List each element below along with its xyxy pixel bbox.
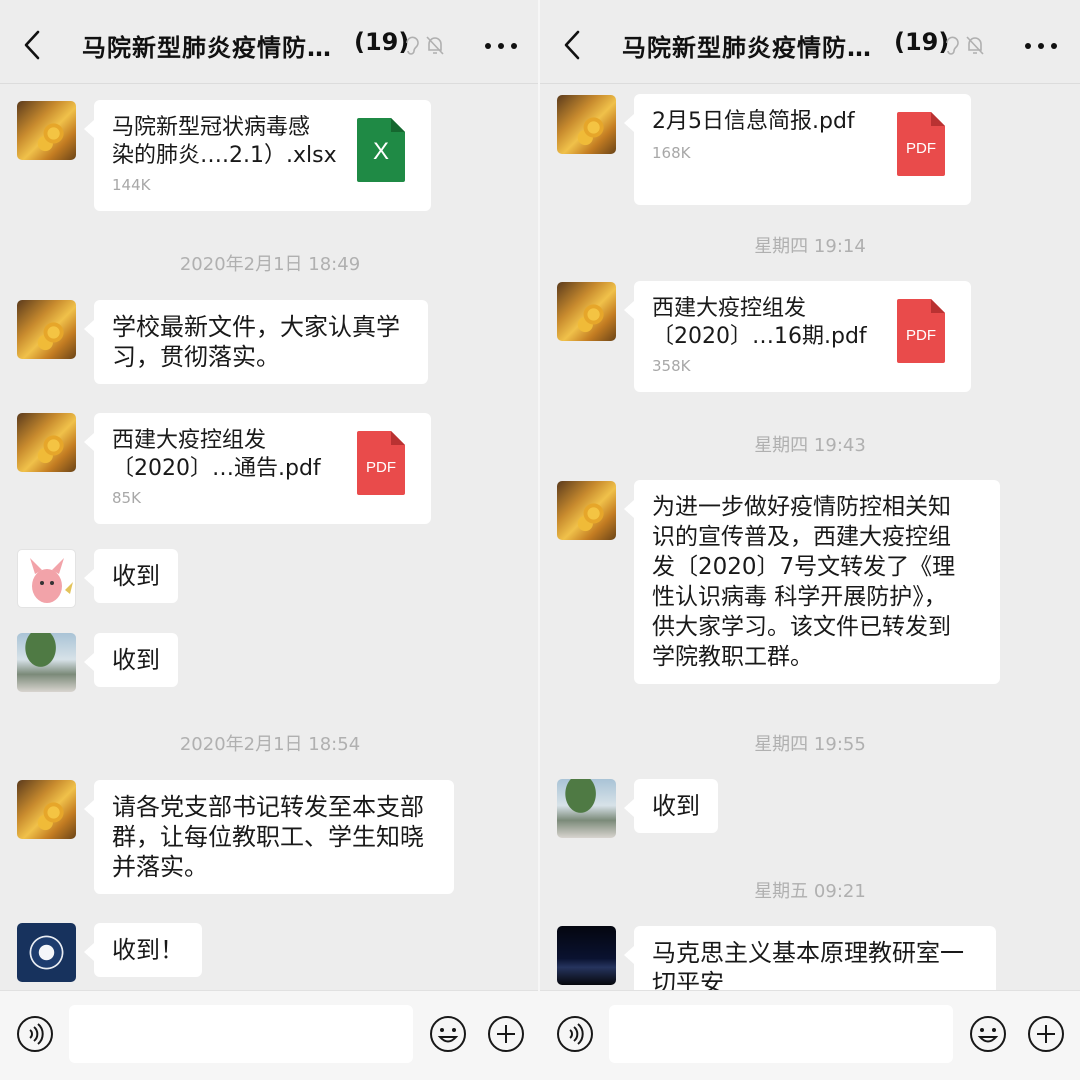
tree-avatar[interactable] bbox=[17, 633, 76, 692]
text-message[interactable]: 为进一步做好疫情防控相关知 识的宣传普及，西建大疫控组 发〔2020〕7号文转发… bbox=[624, 480, 1000, 684]
chat-screen-right: 马院新型肺炎疫情防… (19) 2月5日信息简报.pdf 168K PDF 星期… bbox=[540, 0, 1080, 1080]
pink-cartoon-avatar[interactable] bbox=[17, 549, 76, 608]
file-name: 2月5日信息简报.pdf bbox=[652, 109, 855, 134]
chat-title[interactable]: 马院新型肺炎疫情防… bbox=[82, 28, 332, 63]
message-text: 收到 bbox=[652, 792, 700, 820]
chat-header: 马院新型肺炎疫情防… (19) bbox=[0, 0, 540, 84]
add-attachment-icon[interactable] bbox=[487, 1015, 525, 1053]
bear-avatar[interactable] bbox=[17, 300, 76, 359]
chat-screen-left: 马院新型肺炎疫情防… (19) 马院新型冠状病毒感 染的肺炎….2.1）.xls… bbox=[0, 0, 540, 1080]
more-options-icon[interactable] bbox=[1024, 42, 1058, 50]
tree-avatar[interactable] bbox=[557, 779, 616, 838]
chat-header: 马院新型肺炎疫情防… (19) bbox=[540, 0, 1080, 84]
timestamp: 2020年2月1日 18:54 bbox=[179, 734, 361, 755]
voice-input-icon[interactable] bbox=[556, 1015, 594, 1053]
chat-title[interactable]: 马院新型肺炎疫情防… bbox=[622, 28, 872, 63]
timestamp: 星期四 19:55 bbox=[754, 734, 866, 755]
ear-icon bbox=[406, 36, 419, 55]
message-text: 为进一步做好疫情防控相关知 识的宣传普及，西建大疫控组 发〔2020〕7号文转发… bbox=[652, 494, 956, 670]
file-size: 168K bbox=[652, 144, 691, 162]
text-message[interactable]: 收到 bbox=[84, 633, 178, 687]
emoji-icon[interactable] bbox=[429, 1015, 467, 1053]
file-name: 西建大疫控组发 〔2020〕…16期.pdf bbox=[652, 296, 867, 349]
bear-avatar[interactable] bbox=[557, 95, 616, 154]
message-text: 收到！ bbox=[112, 936, 184, 964]
text-message[interactable]: 收到！ bbox=[84, 923, 202, 977]
pdf-icon: PDF bbox=[897, 112, 945, 176]
file-message[interactable]: 西建大疫控组发 〔2020〕…通告.pdf 85K PDF bbox=[84, 413, 431, 524]
mute-bell-icon bbox=[426, 36, 444, 55]
message-text: 请各党支部书记转发至本支部 群，让每位教职工、学生知晓 并落实。 bbox=[112, 793, 424, 881]
file-message[interactable]: 西建大疫控组发 〔2020〕…16期.pdf 358K PDF bbox=[624, 281, 971, 392]
mute-bell-icon bbox=[966, 36, 984, 55]
timestamp: 星期四 19:14 bbox=[754, 236, 866, 257]
timestamp: 2020年2月1日 18:49 bbox=[179, 254, 361, 275]
night-city-avatar[interactable] bbox=[557, 926, 616, 985]
excel-icon: X bbox=[357, 118, 405, 182]
timestamp: 星期五 09:21 bbox=[754, 881, 866, 902]
pdf-icon: PDF bbox=[897, 299, 945, 363]
input-toolbar bbox=[0, 990, 540, 1080]
message-text: 学校最新文件，大家认真学 习，贯彻落实。 bbox=[112, 313, 400, 371]
message-text: 收到 bbox=[112, 646, 160, 674]
text-message[interactable]: 收到 bbox=[624, 779, 718, 833]
file-name: 马院新型冠状病毒感 染的肺炎….2.1）.xlsx bbox=[112, 115, 337, 168]
pdf-icon: PDF bbox=[357, 431, 405, 495]
timestamp: 星期四 19:43 bbox=[754, 435, 866, 456]
bear-avatar[interactable] bbox=[17, 413, 76, 472]
message-input[interactable] bbox=[609, 1005, 953, 1063]
back-arrow-icon[interactable] bbox=[18, 28, 48, 62]
file-size: 358K bbox=[652, 357, 691, 375]
text-message[interactable]: 收到 bbox=[84, 549, 178, 603]
message-input[interactable] bbox=[69, 1005, 413, 1063]
ear-icon bbox=[946, 36, 959, 55]
message-text: 马克思主义基本原理教研室一 切平安 bbox=[652, 939, 964, 997]
bear-avatar[interactable] bbox=[17, 101, 76, 160]
more-options-icon[interactable] bbox=[484, 42, 518, 50]
fish-logo-avatar[interactable] bbox=[17, 923, 76, 982]
input-toolbar bbox=[540, 990, 1080, 1080]
bear-avatar[interactable] bbox=[17, 780, 76, 839]
back-arrow-icon[interactable] bbox=[558, 28, 588, 62]
file-size: 144K bbox=[112, 176, 151, 194]
emoji-icon[interactable] bbox=[969, 1015, 1007, 1053]
bear-avatar[interactable] bbox=[557, 282, 616, 341]
text-message[interactable]: 学校最新文件，大家认真学 习，贯彻落实。 bbox=[84, 300, 428, 384]
voice-input-icon[interactable] bbox=[16, 1015, 54, 1053]
add-attachment-icon[interactable] bbox=[1027, 1015, 1065, 1053]
bear-avatar[interactable] bbox=[557, 481, 616, 540]
file-message[interactable]: 马院新型冠状病毒感 染的肺炎….2.1）.xlsx 144K X bbox=[84, 100, 431, 211]
file-name: 西建大疫控组发 〔2020〕…通告.pdf bbox=[112, 428, 321, 481]
text-message[interactable]: 请各党支部书记转发至本支部 群，让每位教职工、学生知晓 并落实。 bbox=[84, 780, 454, 894]
file-message[interactable]: 2月5日信息简报.pdf 168K PDF bbox=[624, 94, 971, 205]
file-size: 85K bbox=[112, 489, 141, 507]
message-text: 收到 bbox=[112, 562, 160, 590]
